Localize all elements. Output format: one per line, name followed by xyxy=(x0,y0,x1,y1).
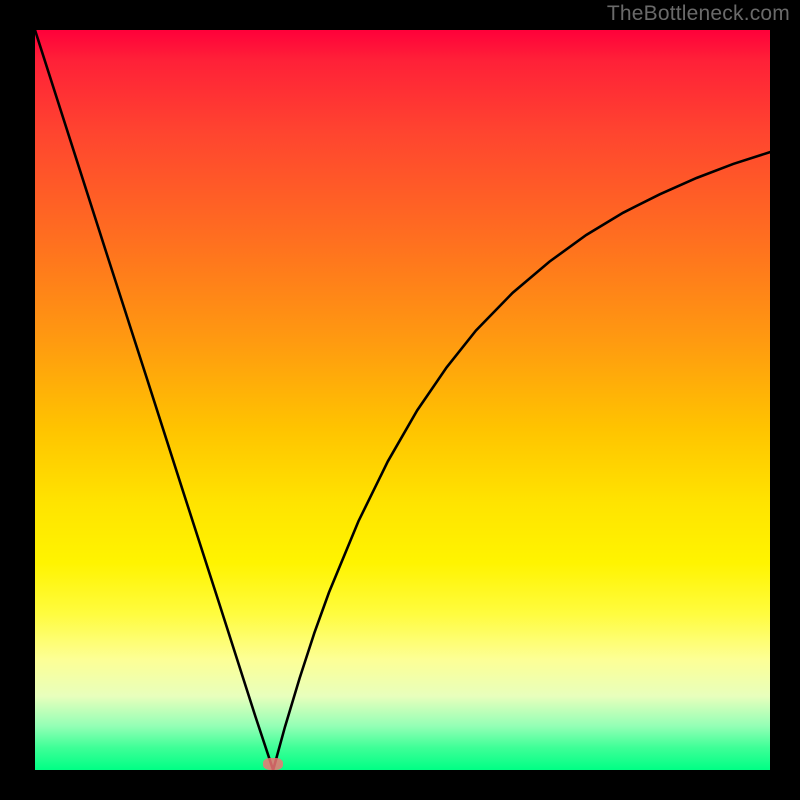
curve-right-branch xyxy=(273,152,770,770)
chart-frame: TheBottleneck.com xyxy=(0,0,800,800)
curve-left-branch xyxy=(35,30,273,770)
plot-area xyxy=(35,30,770,770)
curve-svg xyxy=(35,30,770,770)
watermark-text: TheBottleneck.com xyxy=(607,2,790,26)
bottleneck-marker xyxy=(263,758,283,770)
